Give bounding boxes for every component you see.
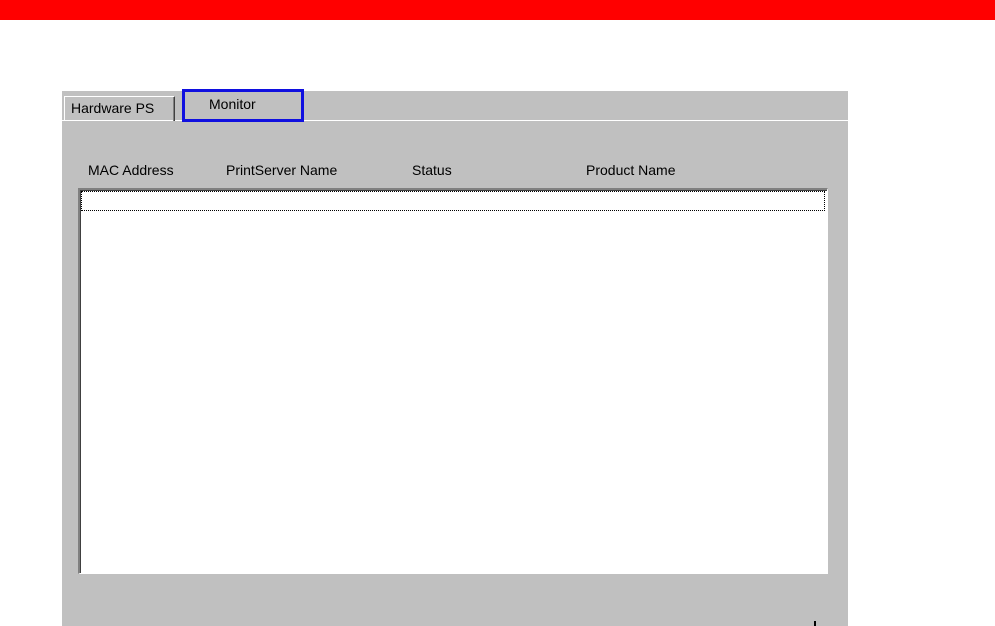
focus-rectangle [81, 191, 825, 211]
size-grip [814, 621, 816, 626]
tab-monitor[interactable]: Monitor [182, 89, 304, 122]
column-header-mac-address[interactable]: MAC Address [88, 162, 174, 178]
column-header-status[interactable]: Status [412, 162, 452, 178]
tab-strip: Hardware PS Monitor [62, 89, 848, 123]
top-banner [0, 0, 995, 20]
dialog-panel: Hardware PS Monitor MAC Address PrintSer… [62, 89, 848, 626]
tab-hardware-ps[interactable]: Hardware PS [64, 96, 175, 121]
column-header-printserver-name[interactable]: PrintServer Name [226, 162, 337, 178]
tab-divider [62, 120, 848, 123]
list-header: MAC Address PrintServer Name Status Prod… [62, 161, 848, 185]
print-server-list[interactable] [78, 188, 828, 574]
column-header-product-name[interactable]: Product Name [586, 162, 675, 178]
